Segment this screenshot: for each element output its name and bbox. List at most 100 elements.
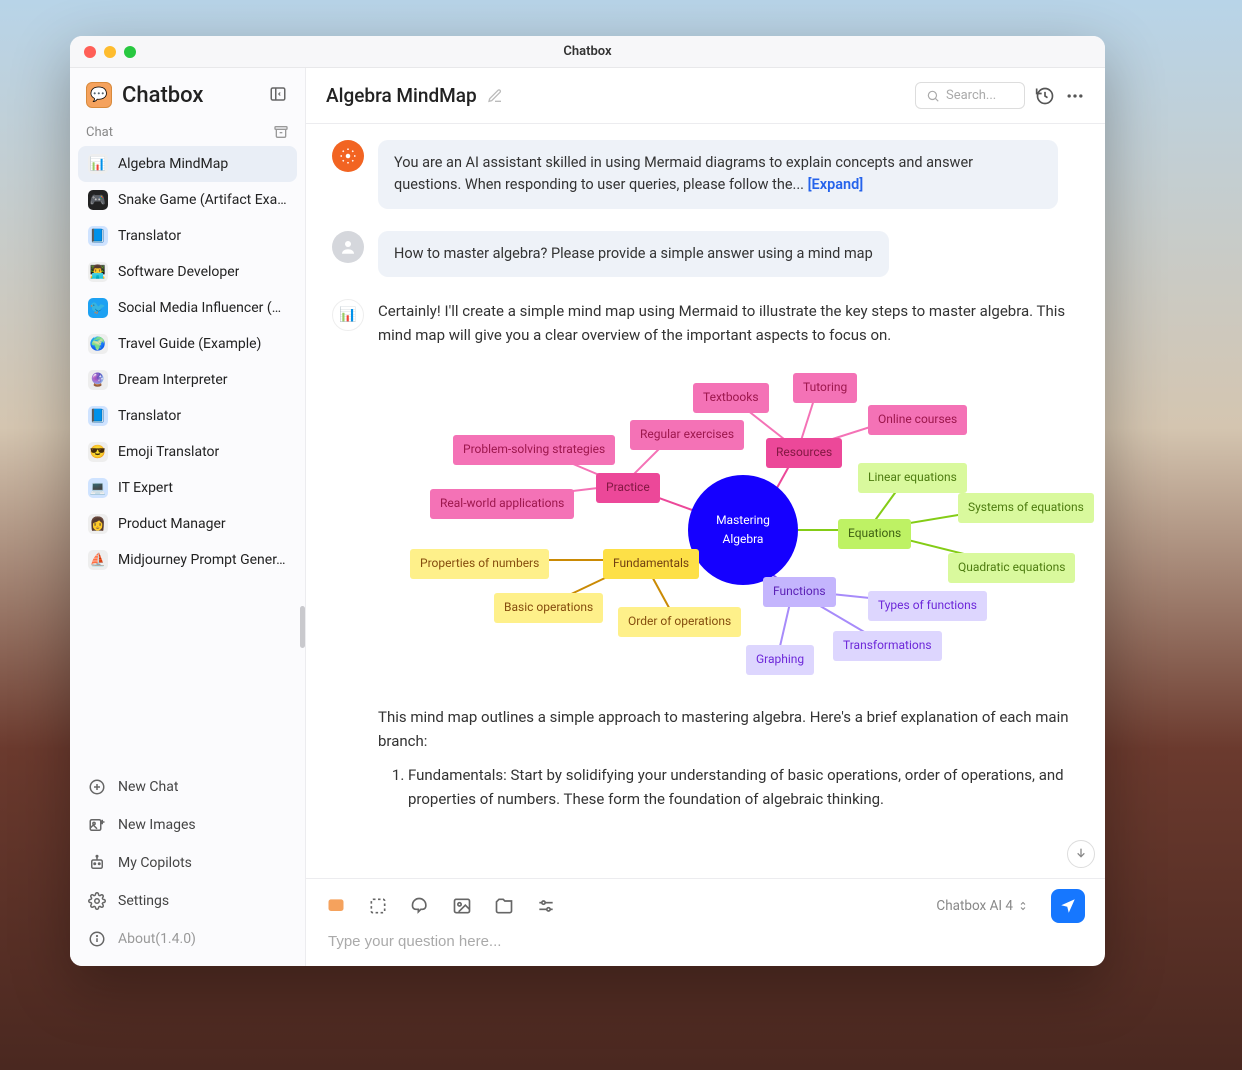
sidebar-item-label: Emoji Translator: [118, 444, 219, 460]
sidebar-item-label: Product Manager: [118, 516, 226, 532]
new-chat-button[interactable]: New Chat: [78, 768, 297, 806]
select-area-icon[interactable]: [368, 896, 388, 916]
app-mini-icon[interactable]: [326, 896, 346, 916]
scrollbar-thumb[interactable]: [300, 606, 305, 648]
mindmap-node-equations: Equations: [838, 519, 911, 548]
sidebar-item-midjourney[interactable]: ⛵ Midjourney Prompt Gener…: [78, 542, 297, 578]
globe-icon: 🌍: [88, 334, 108, 354]
sidebar-item-label: Snake Game (Artifact Exa…: [118, 192, 287, 208]
robot-icon: [88, 854, 106, 872]
mindmap-node-resources: Resources: [766, 438, 842, 467]
search-input[interactable]: Search...: [915, 82, 1025, 109]
sidebar-item-it-expert[interactable]: 💻IT Expert: [78, 470, 297, 506]
info-icon: [88, 930, 106, 948]
mindmap-node-functions: Functions: [763, 577, 836, 606]
system-avatar-icon: [332, 140, 364, 172]
attach-file-icon[interactable]: [494, 896, 514, 916]
user-message: How to master algebra? Please provide a …: [332, 231, 1079, 277]
settings-button[interactable]: Settings: [78, 882, 297, 920]
sidebar-item-label: Algebra MindMap: [118, 156, 228, 172]
collapse-sidebar-button[interactable]: [269, 85, 289, 105]
user-bubble: How to master algebra? Please provide a …: [378, 231, 889, 277]
main-panel: Algebra MindMap Search... You are an AI …: [306, 68, 1105, 966]
model-name: Chatbox AI 4: [936, 898, 1013, 914]
user-text: How to master algebra? Please provide a …: [394, 245, 873, 262]
app-window: Chatbox 💬 Chatbox Chat 📊Algebra MindMap: [70, 36, 1105, 966]
quote-reply-icon[interactable]: [410, 896, 430, 916]
edit-title-button[interactable]: [487, 88, 503, 104]
chat-section-label: Chat: [86, 125, 113, 140]
action-label: My Copilots: [118, 855, 192, 871]
ai-content: Certainly! I'll create a simple mind map…: [378, 299, 1078, 811]
system-text: You are an AI assistant skilled in using…: [394, 154, 973, 193]
scroll-to-bottom-button[interactable]: [1067, 840, 1095, 868]
history-button[interactable]: [1035, 86, 1055, 106]
sidebar-item-travel-guide[interactable]: 🌍Travel Guide (Example): [78, 326, 297, 362]
new-images-button[interactable]: New Images: [78, 806, 297, 844]
maximize-window-button[interactable]: [124, 46, 136, 58]
mindmap-node: Types of functions: [868, 591, 987, 620]
ai-avatar-icon: 📊: [332, 299, 364, 331]
sidebar: 💬 Chatbox Chat 📊Algebra MindMap 🎮Snake G…: [70, 68, 306, 966]
sidebar-item-product-manager[interactable]: 👩 Product Manager: [78, 506, 297, 542]
message-input[interactable]: [326, 929, 1085, 954]
person-icon: 👩: [88, 514, 108, 534]
expand-button[interactable]: [Expand]: [808, 176, 864, 193]
mindmap-node-practice: Practice: [596, 473, 660, 502]
topbar: Algebra MindMap Search...: [306, 68, 1105, 124]
traffic-lights: [70, 46, 136, 58]
minimize-window-button[interactable]: [104, 46, 116, 58]
more-menu-button[interactable]: [1065, 86, 1085, 106]
sidebar-item-dream-interpreter[interactable]: 🔮Dream Interpreter: [78, 362, 297, 398]
sidebar-item-emoji-translator[interactable]: 😎Emoji Translator: [78, 434, 297, 470]
twitter-icon: 🐦: [88, 298, 108, 318]
ai-intro-text: Certainly! I'll create a simple mind map…: [378, 299, 1078, 347]
mindmap-node: Tutoring: [793, 373, 857, 402]
mindmap-node-fundamentals: Fundamentals: [603, 549, 699, 578]
window-title: Chatbox: [70, 44, 1105, 59]
sidebar-item-snake-game[interactable]: 🎮 Snake Game (Artifact Exa…: [78, 182, 297, 218]
mindmap-diagram: Mastering Algebra Practice Regular exerc…: [378, 365, 1078, 685]
archive-icon[interactable]: [273, 124, 289, 140]
composer: Chatbox AI 4: [306, 878, 1105, 966]
sidebar-item-translator[interactable]: 📘Translator: [78, 218, 297, 254]
my-copilots-button[interactable]: My Copilots: [78, 844, 297, 882]
plus-circle-icon: [88, 778, 106, 796]
composer-toolbar: Chatbox AI 4: [326, 889, 1085, 923]
sidebar-item-label: Social Media Influencer (E…: [118, 300, 287, 316]
app-logo-icon: 💬: [86, 82, 112, 108]
system-message: You are an AI assistant skilled in using…: [332, 140, 1079, 209]
chat-list[interactable]: 📊Algebra MindMap 🎮 Snake Game (Artifact E…: [70, 146, 305, 764]
game-icon: 🎮: [88, 190, 108, 210]
image-plus-icon: [88, 816, 106, 834]
sidebar-item-algebra-mindmap[interactable]: 📊Algebra MindMap: [78, 146, 297, 182]
sidebar-item-social-media[interactable]: 🐦 Social Media Influencer (E…: [78, 290, 297, 326]
mindmap-node: Linear equations: [858, 463, 967, 492]
attach-image-icon[interactable]: [452, 896, 472, 916]
crystal-ball-icon: 🔮: [88, 370, 108, 390]
mindmap-node: Quadratic equations: [948, 553, 1075, 582]
close-window-button[interactable]: [84, 46, 96, 58]
sidebar-item-software-developer[interactable]: 👨‍💻Software Developer: [78, 254, 297, 290]
sidebar-item-translator-2[interactable]: 📘Translator: [78, 398, 297, 434]
mindmap-node: Real-world applications: [430, 489, 574, 518]
user-avatar-icon: [332, 231, 364, 263]
send-button[interactable]: [1051, 889, 1085, 923]
titlebar[interactable]: Chatbox: [70, 36, 1105, 68]
mindmap-center-node: Mastering Algebra: [688, 475, 798, 585]
chat-area[interactable]: You are an AI assistant skilled in using…: [306, 124, 1105, 878]
system-bubble: You are an AI assistant skilled in using…: [378, 140, 1058, 209]
action-label: Settings: [118, 893, 169, 909]
mindmap-node: Online courses: [868, 405, 967, 434]
settings-sliders-icon[interactable]: [536, 896, 556, 916]
sailboat-icon: ⛵: [88, 550, 108, 570]
mindmap-node: Textbooks: [693, 383, 769, 412]
sidebar-bottom: New Chat New Images My Copilots Settings…: [70, 764, 305, 966]
about-button[interactable]: About(1.4.0): [78, 920, 297, 958]
ai-message: 📊 Certainly! I'll create a simple mind m…: [332, 299, 1079, 811]
mindmap-node: Graphing: [746, 645, 814, 674]
sidebar-item-label: Midjourney Prompt Gener…: [118, 552, 285, 568]
chat-section-header: Chat: [70, 118, 305, 146]
action-label: About(1.4.0): [118, 931, 196, 947]
model-selector[interactable]: Chatbox AI 4: [936, 898, 1029, 914]
